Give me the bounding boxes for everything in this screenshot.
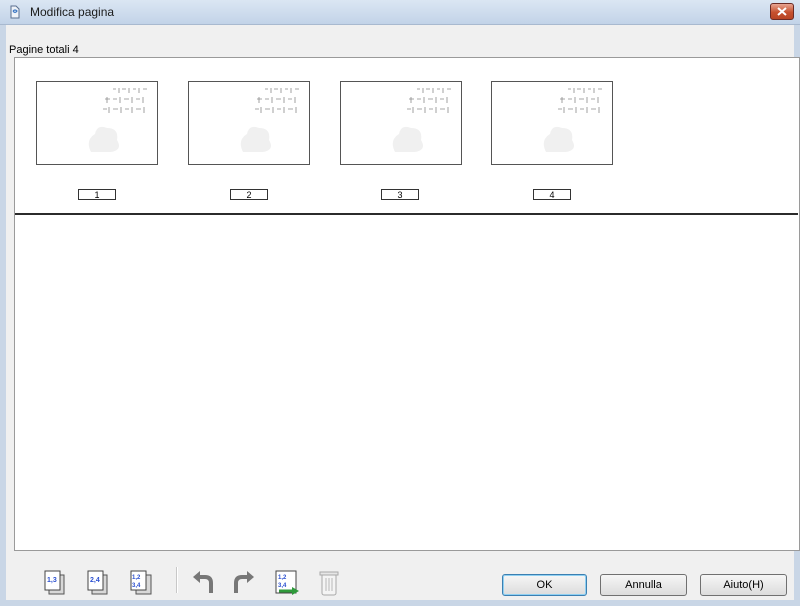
odd-pages-button[interactable]: 1,3: [40, 568, 70, 598]
thumbnail-text-content: [407, 88, 451, 113]
rotate-left-icon: [193, 571, 213, 593]
thumbnail-text-content: [558, 88, 602, 113]
thumbnail-image-content: [392, 126, 423, 152]
ok-button[interactable]: OK: [502, 574, 587, 596]
thumbnail-image-content: [88, 126, 119, 152]
total-pages-label: Pagine totali 4: [9, 44, 79, 56]
close-icon: [777, 7, 787, 16]
thumbnail-text-content: [255, 88, 299, 113]
help-button[interactable]: Aiuto(H): [700, 574, 787, 596]
thumbnail-text-content: [103, 88, 147, 113]
dialog-window: Modifica pagina Pagine totali 4 1 2 3 4 …: [0, 0, 800, 606]
page-number-2: 2: [230, 189, 268, 200]
page-thumbnail-4[interactable]: [491, 81, 613, 165]
thumbnail-image-content: [240, 126, 271, 152]
page-thumbnail-3[interactable]: [340, 81, 462, 165]
thumbnail-image-content: [543, 126, 574, 152]
delete-icon: [319, 571, 339, 596]
close-button[interactable]: [770, 3, 794, 20]
reorder-pages-icon: 1,2 3,4: [275, 570, 299, 595]
cancel-button[interactable]: Annulla: [600, 574, 687, 596]
toolbar-separator: [176, 567, 178, 593]
svg-text:1,2: 1,2: [278, 575, 287, 581]
svg-text:1,3: 1,3: [47, 577, 57, 584]
page-thumbnail-1[interactable]: [36, 81, 158, 165]
rotate-right-button[interactable]: [229, 568, 259, 598]
rotate-right-icon: [234, 571, 254, 593]
reorder-pages-button[interactable]: 1,2 3,4: [272, 568, 302, 598]
title-bar[interactable]: Modifica pagina: [0, 0, 800, 25]
scanner-app-icon: [10, 5, 20, 19]
svg-text:3,4: 3,4: [132, 583, 141, 589]
even-pages-button[interactable]: 2,4: [83, 568, 113, 598]
all-pages-icon: 1,2 3,4: [130, 570, 152, 595]
page-number-1: 1: [78, 189, 116, 200]
all-pages-button[interactable]: 1,2 3,4: [126, 568, 156, 598]
window-title: Modifica pagina: [30, 5, 115, 19]
page-thumbnail-2[interactable]: [188, 81, 310, 165]
panel-divider: [15, 213, 798, 215]
odd-pages-icon: 1,3: [44, 570, 65, 595]
delete-button[interactable]: [314, 568, 344, 598]
svg-text:2,4: 2,4: [90, 577, 100, 584]
svg-text:3,4: 3,4: [278, 583, 287, 589]
page-panel[interactable]: 1 2 3 4: [14, 57, 800, 551]
page-number-4: 4: [533, 189, 571, 200]
even-pages-icon: 2,4: [87, 570, 108, 595]
svg-text:1,2: 1,2: [132, 575, 141, 581]
page-number-3: 3: [381, 189, 419, 200]
rotate-left-button[interactable]: [188, 568, 218, 598]
